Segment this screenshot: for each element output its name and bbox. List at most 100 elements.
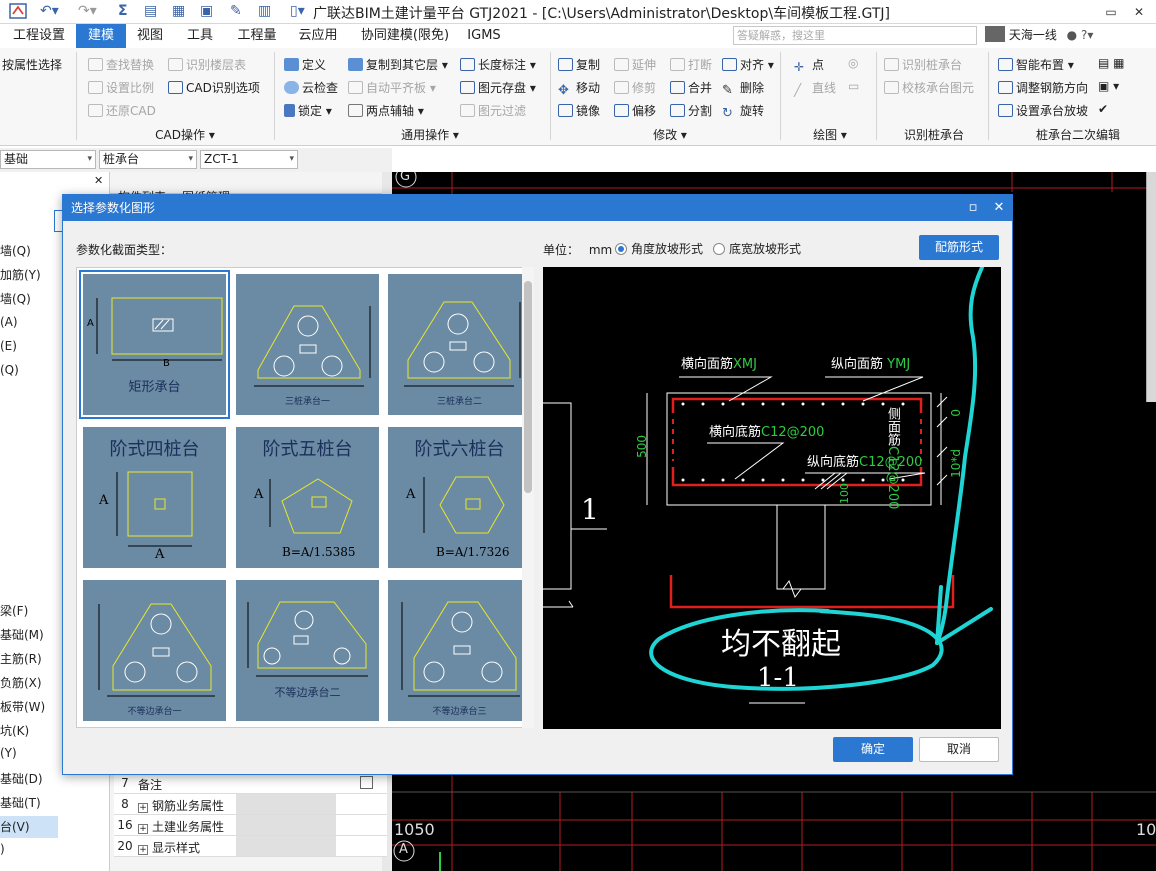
offset-button[interactable]: 偏移 bbox=[614, 102, 656, 119]
adjust-rebar-direction-button[interactable]: 调整钢筋方向 bbox=[998, 79, 1088, 96]
split-button[interactable]: 分割 bbox=[670, 102, 712, 119]
expand-icon[interactable]: + bbox=[138, 824, 148, 834]
tree-item[interactable]: 加筋(Y) bbox=[0, 266, 41, 283]
shape-thumb-stepped-6[interactable]: 阶式六桩台 A B=A/1.7326 bbox=[388, 427, 531, 568]
element-filter-button[interactable]: 图元过滤 bbox=[460, 102, 526, 119]
shape-thumb-rect-cap[interactable]: A B 矩形承台 bbox=[79, 270, 230, 419]
move-button[interactable]: ✥ 移动 bbox=[558, 79, 600, 98]
expand-icon[interactable]: + bbox=[138, 803, 148, 813]
tree-item[interactable]: 基础(T) bbox=[0, 794, 41, 811]
tree-item[interactable]: 主筋(R) bbox=[0, 650, 42, 667]
tree-item[interactable]: 梁(F) bbox=[0, 602, 28, 619]
rotate-button[interactable]: ↻ 旋转 bbox=[722, 102, 764, 121]
property-row[interactable]: 7 备注 bbox=[114, 773, 387, 794]
length-dim-button[interactable]: 长度标注 ▾ bbox=[460, 56, 536, 73]
copy-button[interactable]: 复制 bbox=[558, 56, 600, 73]
gallery-scrollbar[interactable] bbox=[522, 267, 534, 728]
lock-button[interactable]: 锁定 ▾ bbox=[284, 102, 332, 119]
calc-icon[interactable]: ▣ bbox=[200, 3, 213, 19]
file-icon[interactable]: ▯▾ bbox=[290, 3, 305, 19]
menu-modeling[interactable]: 建模 bbox=[76, 24, 126, 48]
avatar[interactable] bbox=[985, 26, 1005, 42]
check-cap-button[interactable]: 校核承台图元 bbox=[884, 79, 974, 96]
undo-icon[interactable]: ↶▾ bbox=[40, 3, 59, 19]
tree-item-selected[interactable]: 台(V) bbox=[0, 816, 58, 838]
table-icon[interactable]: ▦ bbox=[172, 3, 185, 19]
menu-igms[interactable]: IGMS bbox=[462, 24, 506, 48]
edit-tool-icon[interactable]: ▤ ▦ bbox=[1098, 56, 1125, 70]
menu-cloud[interactable]: 云应用 bbox=[293, 24, 343, 48]
smart-layout-button[interactable]: 智能布置 ▾ bbox=[998, 56, 1074, 73]
property-row[interactable]: 16 + 土建业务属性 bbox=[114, 815, 387, 836]
shape-thumb-unequal-3[interactable]: 不等边承台三 bbox=[388, 580, 531, 721]
rebar-form-button[interactable]: 配筋形式 bbox=[919, 235, 999, 260]
pen-icon[interactable]: ✎ bbox=[230, 3, 242, 19]
delete-button[interactable]: ✎ 删除 bbox=[722, 79, 764, 98]
shape-thumb-three-pile-1[interactable]: 三桩承台一 bbox=[236, 274, 379, 415]
tree-item[interactable]: 负筋(X) bbox=[0, 674, 42, 691]
find-replace-button[interactable]: 查找替换 bbox=[88, 56, 154, 73]
expand-icon[interactable]: + bbox=[138, 845, 148, 855]
trim-button[interactable]: 修剪 bbox=[614, 79, 656, 96]
scrollbar-thumb[interactable] bbox=[524, 281, 532, 493]
mirror-button[interactable]: 镜像 bbox=[558, 102, 600, 119]
restore-button[interactable]: ▭ bbox=[1098, 2, 1124, 22]
align-button[interactable]: 对齐 ▾ bbox=[722, 56, 774, 73]
shape-thumb-stepped-4[interactable]: 阶式四桩台 A A bbox=[83, 427, 226, 568]
remark-checkbox[interactable] bbox=[360, 776, 373, 789]
tree-item[interactable]: 墙(Q) bbox=[0, 290, 31, 307]
common-ops-label[interactable]: 通用操作 ▾ bbox=[355, 126, 505, 143]
user-name[interactable]: 天海一线 bbox=[1009, 28, 1057, 42]
tree-item[interactable]: 基础(D) bbox=[0, 770, 43, 787]
menu-quantities[interactable]: 工程量 bbox=[232, 24, 282, 48]
report-icon[interactable]: ▤ bbox=[144, 3, 157, 19]
close-panel-icon[interactable]: ✕ bbox=[94, 174, 103, 187]
tree-item[interactable]: (Y) bbox=[0, 746, 17, 760]
radio-angle-slope[interactable]: 角度放坡形式 bbox=[615, 240, 703, 257]
brush-tool-icon[interactable]: ▣ ▾ bbox=[1098, 79, 1119, 93]
identify-floor-button[interactable]: 识别楼层表 bbox=[168, 56, 246, 73]
two-point-axis-button[interactable]: 两点辅轴 ▾ bbox=[348, 102, 424, 119]
sum-icon[interactable]: Σ bbox=[118, 3, 128, 19]
save-elements-button[interactable]: 图元存盘 ▾ bbox=[460, 79, 536, 96]
property-row[interactable]: 8 + 钢筋业务属性 bbox=[114, 794, 387, 815]
set-scale-button[interactable]: 设置比例 bbox=[88, 79, 154, 96]
extend-button[interactable]: 延伸 bbox=[614, 56, 656, 73]
component-select[interactable]: ZCT-1 ▾ bbox=[200, 150, 298, 169]
tree-item[interactable]: (A) bbox=[0, 315, 18, 329]
copy-to-floor-button[interactable]: 复制到其它层 ▾ bbox=[348, 56, 448, 73]
select-by-property-button[interactable]: 按属性选择 bbox=[2, 56, 62, 73]
floor-type-select[interactable]: 基础 ▾ bbox=[0, 150, 96, 169]
radio-unchecked-icon[interactable] bbox=[713, 243, 725, 255]
draw-rect-icon[interactable]: ▭ bbox=[848, 79, 859, 93]
cad-ops-label[interactable]: CAD操作 ▾ bbox=[110, 126, 260, 143]
chat-icon[interactable]: ● bbox=[1067, 28, 1077, 42]
modify-label[interactable]: 修改 ▾ bbox=[610, 126, 730, 143]
cad-options-button[interactable]: CAD识别选项 bbox=[168, 79, 260, 96]
search-input[interactable]: 答疑解惑，搜这里 bbox=[733, 26, 977, 45]
define-button[interactable]: 定义 bbox=[284, 56, 326, 73]
auto-align-slab-button[interactable]: 自动平齐板 ▾ bbox=[348, 79, 436, 96]
grid-icon[interactable]: ▥ bbox=[258, 3, 271, 19]
radio-checked-icon[interactable] bbox=[615, 243, 627, 255]
close-window-button[interactable]: ✕ bbox=[1126, 2, 1152, 22]
tree-item[interactable]: 基础(M) bbox=[0, 626, 44, 643]
tree-item[interactable]: 墙(Q) bbox=[0, 242, 31, 259]
identify-cap-button[interactable]: 识别桩承台 bbox=[884, 56, 962, 73]
maximize-icon[interactable]: ▫ bbox=[963, 195, 983, 221]
line-button[interactable]: ╱ 直线 bbox=[794, 79, 836, 97]
shape-thumb-unequal-1[interactable]: 不等边承台一 bbox=[83, 580, 226, 721]
property-row[interactable]: 20 + 显示样式 bbox=[114, 836, 387, 857]
tree-item[interactable]: (E) bbox=[0, 339, 17, 353]
tree-item[interactable]: 板带(W) bbox=[0, 698, 45, 715]
draw-label[interactable]: 绘图 ▾ bbox=[790, 126, 870, 143]
set-slope-button[interactable]: 设置承台放坡 bbox=[998, 102, 1088, 119]
view-toolbar[interactable] bbox=[1146, 172, 1156, 402]
shape-thumb-three-pile-2[interactable]: 三桩承台二 bbox=[388, 274, 531, 415]
tree-item[interactable]: (Q) bbox=[0, 363, 19, 377]
restore-cad-button[interactable]: 还原CAD bbox=[88, 102, 156, 119]
close-dialog-icon[interactable]: ✕ bbox=[989, 195, 1009, 221]
cloud-check-button[interactable]: 云检查 bbox=[284, 79, 338, 96]
menu-tools[interactable]: 工具 bbox=[180, 24, 220, 48]
draw-circle-icon[interactable]: ◎ bbox=[848, 56, 858, 70]
